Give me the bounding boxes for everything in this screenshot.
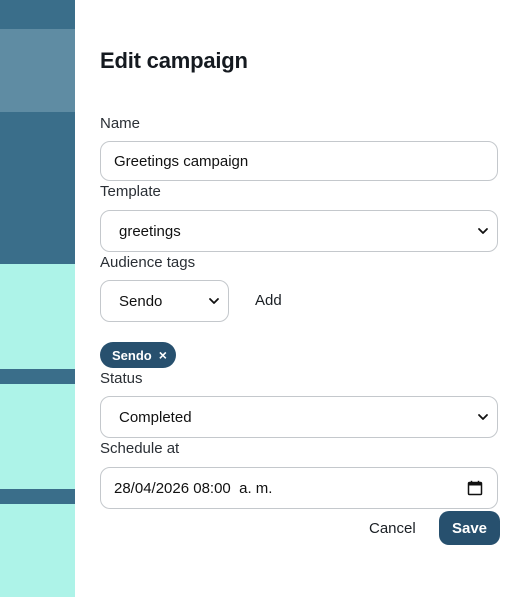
app-screen: Edit campaign Name Greetings campaign Te…	[0, 0, 523, 597]
background-divider	[0, 369, 75, 384]
add-tag-button[interactable]: Add	[255, 292, 282, 309]
status-select[interactable]: Completed	[100, 396, 498, 438]
name-input-value: Greetings campaign	[114, 152, 249, 170]
background-highlight	[0, 29, 75, 112]
cancel-button[interactable]: Cancel	[369, 520, 416, 537]
name-input[interactable]: Greetings campaign	[100, 141, 498, 181]
audience-tag-select[interactable]: Sendo	[100, 280, 229, 322]
chevron-down-icon	[478, 228, 488, 234]
close-icon[interactable]: ×	[159, 347, 167, 363]
status-select-value: Completed	[119, 408, 192, 426]
calendar-icon[interactable]	[467, 480, 483, 496]
template-select-value: greetings	[119, 222, 181, 240]
schedule-label: Schedule at	[100, 440, 180, 457]
chevron-down-icon	[209, 298, 219, 304]
background-divider	[0, 489, 75, 504]
status-label: Status	[100, 370, 143, 387]
schedule-datetime-input[interactable]: 28/04/2026 08:00 a. m.	[100, 467, 498, 509]
audience-tag-select-value: Sendo	[119, 292, 163, 310]
schedule-datetime-value: 28/04/2026 08:00 a. m.	[114, 479, 273, 497]
chevron-down-icon	[478, 414, 488, 420]
tag-chip: Sendo ×	[100, 342, 176, 368]
background-header	[0, 112, 75, 264]
name-label: Name	[100, 115, 141, 132]
background-topbar	[0, 0, 75, 29]
edit-campaign-drawer: Edit campaign Name Greetings campaign Te…	[75, 0, 523, 597]
template-label: Template	[100, 183, 161, 200]
tag-chip-label: Sendo	[112, 347, 152, 363]
template-select[interactable]: greetings	[100, 210, 498, 252]
save-button[interactable]: Save	[439, 511, 500, 545]
audience-tags-label: Audience tags	[100, 254, 196, 271]
drawer-title: Edit campaign	[100, 48, 248, 73]
background-app-panel	[0, 0, 75, 597]
